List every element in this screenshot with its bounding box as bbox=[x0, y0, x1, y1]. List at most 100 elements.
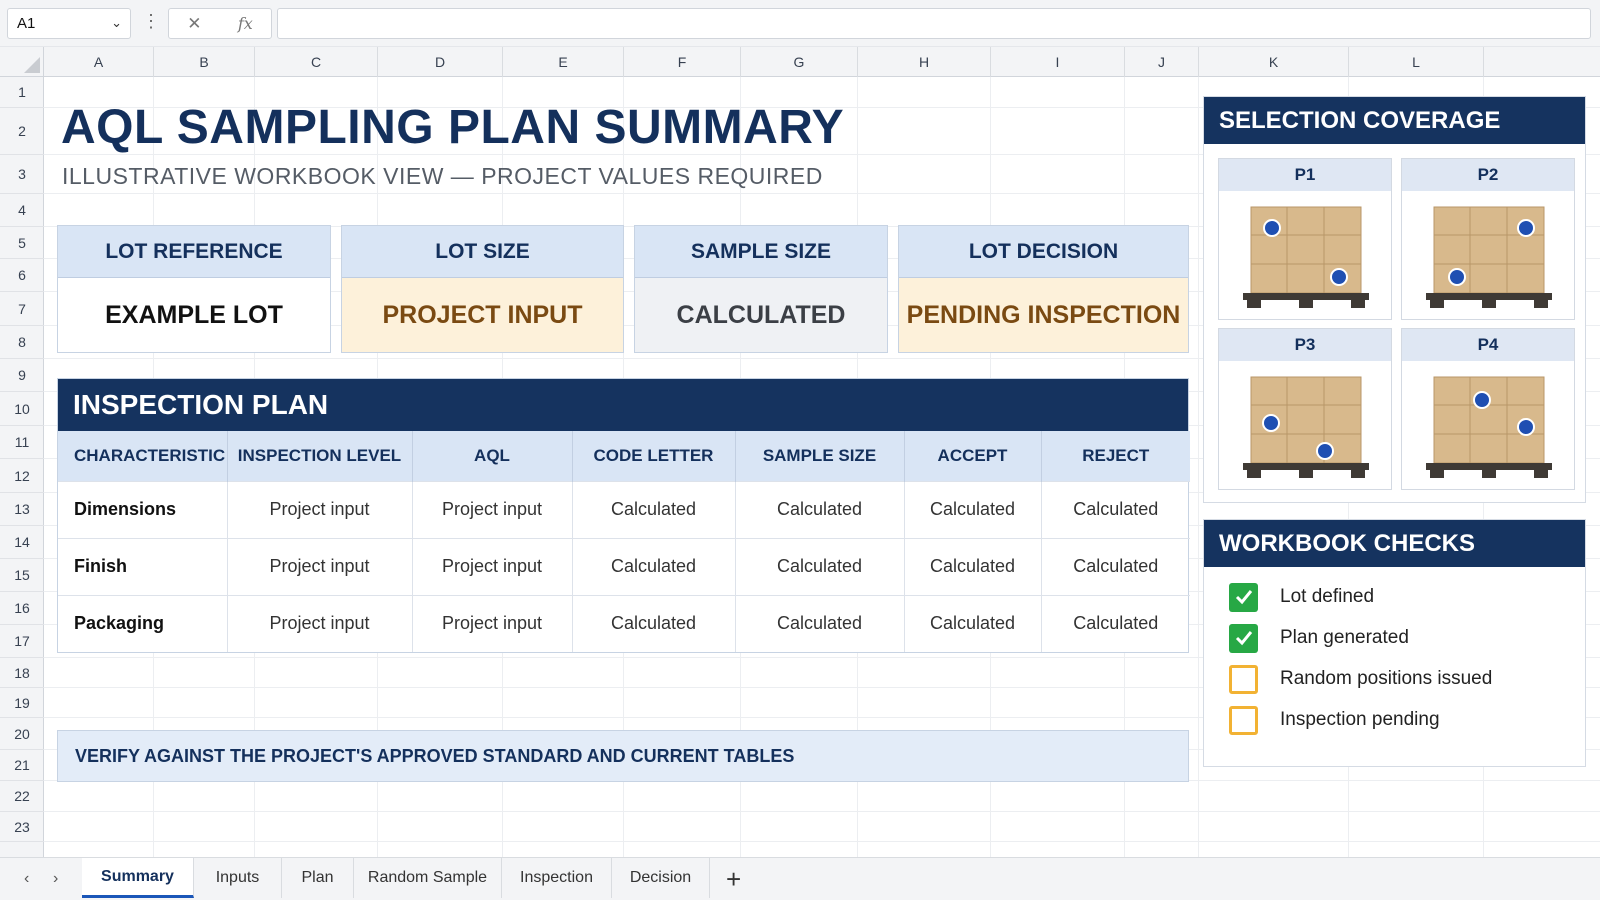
column-header-b[interactable]: B bbox=[154, 47, 255, 77]
column-header-g[interactable]: G bbox=[741, 47, 858, 77]
check-item[interactable]: Inspection pending bbox=[1229, 705, 1440, 735]
table-cell[interactable]: Calculated bbox=[1041, 480, 1190, 538]
column-header-k[interactable]: K bbox=[1199, 47, 1349, 77]
row-header-20[interactable]: 20 bbox=[0, 718, 44, 750]
workbook-checks-panel: WORKBOOK CHECKS Lot defined Plan generat… bbox=[1203, 519, 1586, 767]
sheet-tab-summary[interactable]: Summary bbox=[82, 858, 194, 898]
row-header-7[interactable]: 7 bbox=[0, 292, 44, 326]
chevron-down-icon[interactable]: ⌄ bbox=[111, 15, 122, 31]
kpi-sample-size[interactable]: SAMPLE SIZE CALCULATED bbox=[634, 225, 888, 353]
table-cell[interactable]: Packaging bbox=[58, 594, 228, 652]
checkbox-checked-icon[interactable] bbox=[1229, 623, 1258, 653]
kpi-lot-reference[interactable]: LOT REFERENCE EXAMPLE LOT bbox=[57, 225, 331, 353]
row-headers: 1 2 3 4 5 6 7 8 9 10 11 12 13 14 15 16 17 18 19 20 21 22 23 bbox=[0, 77, 44, 857]
row-header-11[interactable]: 11 bbox=[0, 426, 44, 459]
row-header-19[interactable]: 19 bbox=[0, 688, 44, 718]
sheet-tab-inspection[interactable]: Inspection bbox=[502, 858, 612, 898]
row-header-23[interactable]: 23 bbox=[0, 812, 44, 842]
name-box[interactable]: A1 ⌄ bbox=[7, 8, 131, 39]
table-cell[interactable]: Calculated bbox=[904, 594, 1042, 652]
pallet-card[interactable]: P4 bbox=[1401, 328, 1575, 490]
table-cell[interactable]: Finish bbox=[58, 537, 228, 595]
sample-position-marker bbox=[1330, 268, 1348, 286]
kpi-value: PROJECT INPUT bbox=[342, 278, 623, 352]
column-header[interactable]: CHARACTERISTIC bbox=[58, 431, 228, 481]
sheet-tab-plan[interactable]: Plan bbox=[282, 858, 354, 898]
sheet-tab-random-sample[interactable]: Random Sample bbox=[354, 858, 502, 898]
column-header[interactable]: ACCEPT bbox=[904, 431, 1042, 481]
checkbox-empty-icon[interactable] bbox=[1229, 705, 1258, 735]
row-header-13[interactable]: 13 bbox=[0, 493, 44, 526]
row-header-17[interactable]: 17 bbox=[0, 625, 44, 658]
pallet-card[interactable]: P3 bbox=[1218, 328, 1392, 490]
more-options-icon[interactable]: ⋮ bbox=[142, 11, 160, 32]
check-item[interactable]: Plan generated bbox=[1229, 623, 1409, 653]
table-cell[interactable]: Calculated bbox=[572, 480, 736, 538]
column-header-j[interactable]: J bbox=[1125, 47, 1199, 77]
check-item[interactable]: Random positions issued bbox=[1229, 664, 1492, 694]
row-header-21[interactable]: 21 bbox=[0, 750, 44, 781]
add-sheet-button[interactable]: + bbox=[726, 864, 741, 895]
row-header-10[interactable]: 10 bbox=[0, 392, 44, 426]
pallet-card[interactable]: P1 bbox=[1218, 158, 1392, 320]
table-cell[interactable]: Dimensions bbox=[58, 480, 228, 538]
checkbox-checked-icon[interactable] bbox=[1229, 582, 1258, 612]
column-header-i[interactable]: I bbox=[991, 47, 1125, 77]
kpi-lot-decision[interactable]: LOT DECISION PENDING INSPECTION bbox=[898, 225, 1189, 353]
column-header-l[interactable]: L bbox=[1349, 47, 1484, 77]
row-header-15[interactable]: 15 bbox=[0, 559, 44, 592]
table-cell[interactable]: Project input bbox=[412, 537, 573, 595]
sheet-tab-inputs[interactable]: Inputs bbox=[194, 858, 282, 898]
row-header-9[interactable]: 9 bbox=[0, 359, 44, 392]
column-header-c[interactable]: C bbox=[255, 47, 378, 77]
row-header-2[interactable]: 2 bbox=[0, 108, 44, 155]
row-header-12[interactable]: 12 bbox=[0, 459, 44, 493]
table-cell[interactable]: Project input bbox=[227, 594, 413, 652]
checkbox-empty-icon[interactable] bbox=[1229, 664, 1258, 694]
column-header-h[interactable]: H bbox=[858, 47, 991, 77]
column-header-f[interactable]: F bbox=[624, 47, 741, 77]
table-cell[interactable]: Calculated bbox=[735, 480, 905, 538]
table-cell[interactable]: Project input bbox=[227, 537, 413, 595]
table-cell[interactable]: Calculated bbox=[904, 537, 1042, 595]
table-cell[interactable]: Calculated bbox=[572, 537, 736, 595]
row-header-3[interactable]: 3 bbox=[0, 155, 44, 194]
row-header-5[interactable]: 5 bbox=[0, 227, 44, 259]
row-header-14[interactable]: 14 bbox=[0, 526, 44, 559]
row-header-16[interactable]: 16 bbox=[0, 592, 44, 625]
kpi-value: EXAMPLE LOT bbox=[58, 278, 330, 352]
column-header[interactable]: AQL bbox=[412, 431, 573, 481]
row-header-18[interactable]: 18 bbox=[0, 658, 44, 688]
table-cell[interactable]: Project input bbox=[412, 480, 573, 538]
table-cell[interactable]: Project input bbox=[227, 480, 413, 538]
table-cell[interactable]: Calculated bbox=[1041, 594, 1190, 652]
pallet-card[interactable]: P2 bbox=[1401, 158, 1575, 320]
kpi-lot-size[interactable]: LOT SIZE PROJECT INPUT bbox=[341, 225, 624, 353]
column-header[interactable]: REJECT bbox=[1041, 431, 1190, 481]
column-header-a[interactable]: A bbox=[44, 47, 154, 77]
insert-function-icon[interactable]: fx bbox=[238, 14, 253, 33]
scroll-right-icon[interactable]: › bbox=[53, 870, 58, 888]
row-header-1[interactable]: 1 bbox=[0, 77, 44, 108]
check-item[interactable]: Lot defined bbox=[1229, 582, 1374, 612]
sheet-tab-decision[interactable]: Decision bbox=[612, 858, 710, 898]
row-header-22[interactable]: 22 bbox=[0, 781, 44, 812]
table-cell[interactable]: Calculated bbox=[1041, 537, 1190, 595]
table-cell[interactable]: Calculated bbox=[904, 480, 1042, 538]
column-header[interactable]: INSPECTION LEVEL bbox=[227, 431, 413, 481]
table-cell[interactable]: Calculated bbox=[735, 537, 905, 595]
table-cell[interactable]: Calculated bbox=[572, 594, 736, 652]
cancel-icon[interactable]: ✕ bbox=[187, 14, 201, 34]
row-header-4[interactable]: 4 bbox=[0, 194, 44, 227]
column-header-e[interactable]: E bbox=[503, 47, 624, 77]
table-cell[interactable]: Calculated bbox=[735, 594, 905, 652]
scroll-left-icon[interactable]: ‹ bbox=[24, 870, 29, 888]
column-header[interactable]: CODE LETTER bbox=[572, 431, 736, 481]
row-header-6[interactable]: 6 bbox=[0, 259, 44, 292]
select-all-corner[interactable] bbox=[0, 47, 44, 77]
formula-input[interactable] bbox=[277, 8, 1591, 39]
column-header-d[interactable]: D bbox=[378, 47, 503, 77]
column-header[interactable]: SAMPLE SIZE bbox=[735, 431, 905, 481]
table-cell[interactable]: Project input bbox=[412, 594, 573, 652]
row-header-8[interactable]: 8 bbox=[0, 326, 44, 359]
